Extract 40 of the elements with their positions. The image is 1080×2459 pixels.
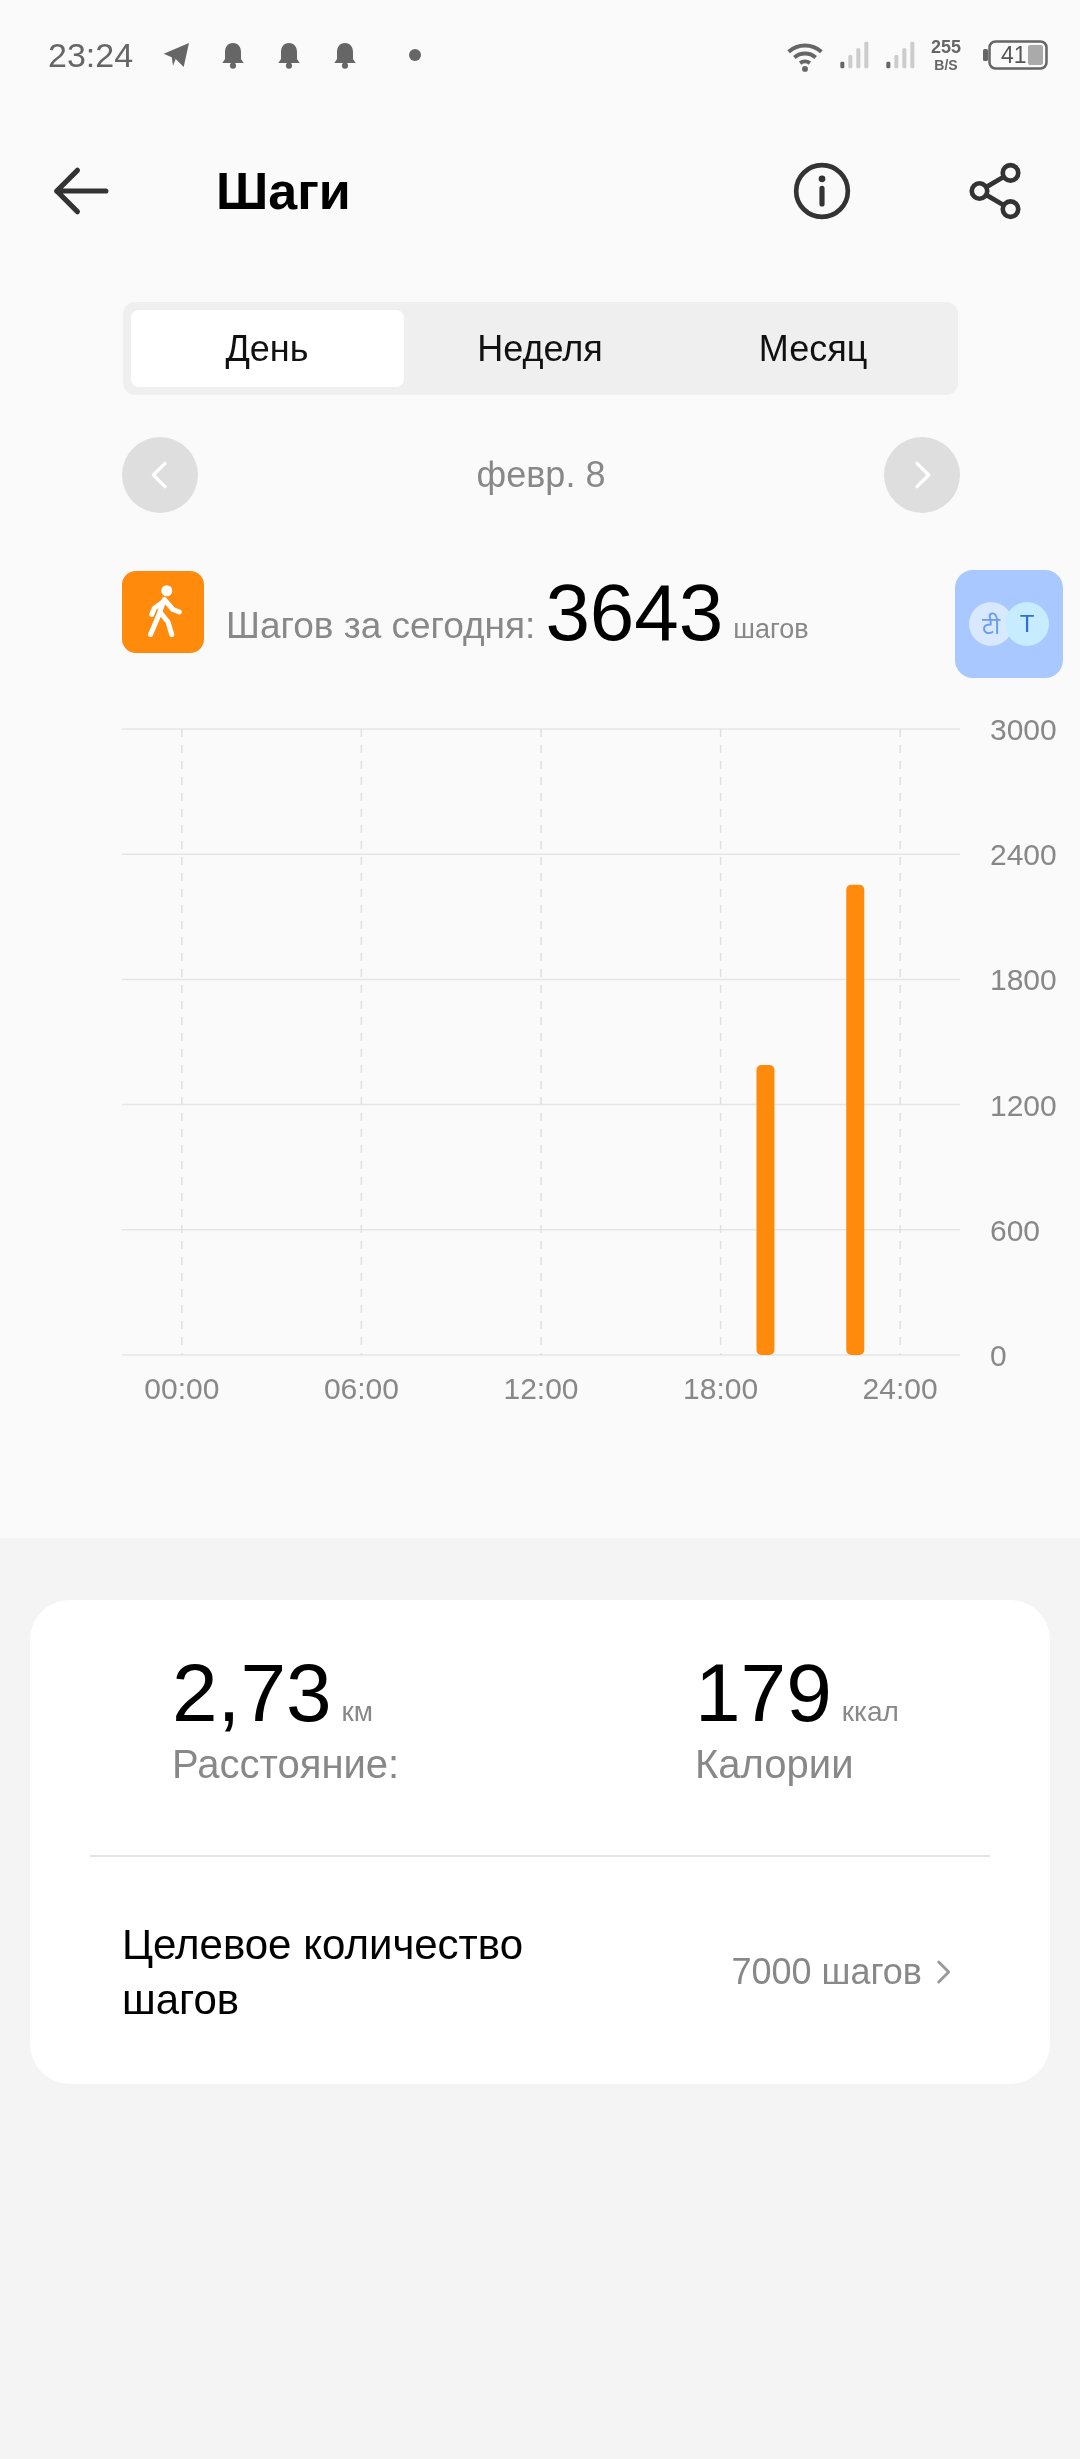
network-speed: 255 bbox=[930, 38, 961, 56]
steps-unit: шагов bbox=[733, 614, 809, 645]
goal-setting-row[interactable]: Целевое количество шагов 7000 шагов bbox=[30, 1856, 1050, 2049]
x-axis-label: 24:00 bbox=[862, 1372, 938, 1405]
battery-level: 41 bbox=[1001, 42, 1027, 68]
x-axis-label: 00:00 bbox=[144, 1372, 220, 1405]
y-axis-label: 600 bbox=[990, 1213, 1041, 1247]
info-icon bbox=[791, 160, 853, 222]
period-tab[interactable]: Неделя bbox=[403, 310, 677, 387]
period-tab[interactable]: День bbox=[130, 310, 404, 387]
translate-button[interactable]: टी T bbox=[955, 570, 1063, 678]
signal-icon bbox=[884, 39, 917, 71]
status-time: 23:24 bbox=[48, 35, 134, 75]
goal-value: 7000 шагов bbox=[731, 1951, 922, 1994]
stat-label: Расстояние: bbox=[172, 1742, 401, 1788]
period-tab[interactable]: Месяц bbox=[676, 310, 950, 387]
battery-icon bbox=[983, 40, 1048, 70]
network-speed-unit: B/S bbox=[934, 58, 958, 72]
x-axis-label: 18:00 bbox=[683, 1372, 759, 1405]
y-axis-label: 3000 bbox=[990, 713, 1057, 746]
stat-unit: км bbox=[341, 1696, 374, 1728]
goal-label: Целевое количество шагов bbox=[122, 1919, 525, 2026]
page-title: Шаги bbox=[216, 161, 351, 221]
y-axis-label: 0 bbox=[990, 1339, 1007, 1372]
walking-icon bbox=[122, 571, 204, 653]
x-axis-label: 06:00 bbox=[323, 1372, 399, 1405]
y-axis-label: 1200 bbox=[990, 1088, 1057, 1122]
steps-count: 3643 bbox=[545, 573, 724, 653]
y-axis-label: 1800 bbox=[990, 963, 1057, 997]
stat-unit: ккал bbox=[841, 1696, 899, 1728]
x-axis-label: 12:00 bbox=[503, 1372, 579, 1405]
stat-value: 179 bbox=[695, 1650, 832, 1737]
dot-icon bbox=[409, 49, 422, 61]
y-axis-label: 2400 bbox=[990, 838, 1057, 872]
signal-icon bbox=[838, 39, 871, 71]
stat-label: Калории bbox=[695, 1742, 855, 1788]
date-label: февр. 8 bbox=[476, 454, 606, 496]
steps-today-label: Шагов за сегодня: bbox=[226, 605, 536, 647]
translate-glyph: T bbox=[1005, 602, 1049, 646]
stat-value: 2,73 bbox=[172, 1650, 332, 1737]
